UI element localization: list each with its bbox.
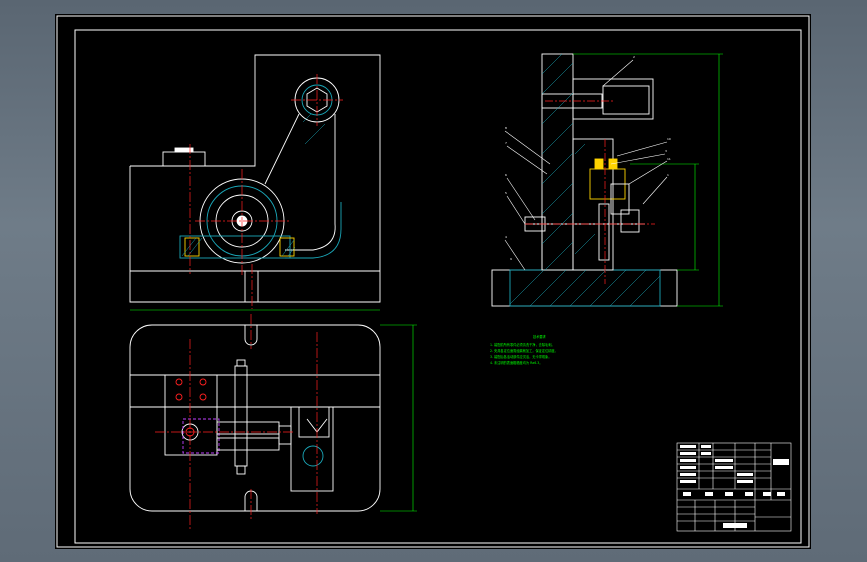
title-block <box>676 442 792 532</box>
front-view <box>129 54 381 303</box>
drawing-sheet: 2 8 7 6 5 4 3 10 11 1 9 技术要求 1. 装配前所有零件必须清洗干净，去除毛刺… <box>55 14 811 549</box>
top-height-dimension <box>380 324 417 512</box>
balloon-number: 7 <box>505 141 507 145</box>
cad-drawing: 2876543101119 技术要求 1. 装配前所有零件必须清洗干净，去除毛刺… <box>56 15 810 548</box>
outer-border <box>56 15 810 548</box>
section-dimensions <box>573 53 723 307</box>
note-line-4: 4. 未注明的表面粗糙度均为 Ra6.3。 <box>490 360 542 365</box>
section-view <box>491 53 678 307</box>
notes-heading: 技术要求 <box>533 334 547 339</box>
balloon-number: 10 <box>667 137 671 141</box>
front-view-hatching <box>181 113 326 257</box>
balloon-number: 1 <box>667 173 669 177</box>
note-line-3: 3. 装配后各活动部件应灵活，无卡滞现象。 <box>490 354 551 359</box>
note-line-1: 1. 装配前所有零件必须清洗干净，去除毛刺。 <box>490 342 555 347</box>
balloon-number: 3 <box>665 149 667 153</box>
top-view <box>129 324 381 512</box>
leader-lines <box>504 59 668 271</box>
top-view-centerlines <box>155 314 318 529</box>
balloon-number: 8 <box>505 126 507 130</box>
balloon-number: 4 <box>505 235 507 239</box>
note-line-2: 2. 夹具各定位面需经磨削加工，保证定位精度。 <box>490 348 558 353</box>
front-view-centerlines <box>189 74 343 309</box>
balloon-number: 5 <box>505 191 507 195</box>
balloon-number: 6 <box>505 173 507 177</box>
balloon-number: 2 <box>633 55 635 59</box>
technical-notes: 技术要求 1. 装配前所有零件必须清洗干净，去除毛刺。 2. 夹具各定位面需经磨… <box>490 334 558 365</box>
title-block-fill <box>680 445 789 528</box>
section-hatching <box>509 53 661 307</box>
balloon-number: 9 <box>510 257 512 261</box>
balloon-number: 11 <box>667 157 671 161</box>
